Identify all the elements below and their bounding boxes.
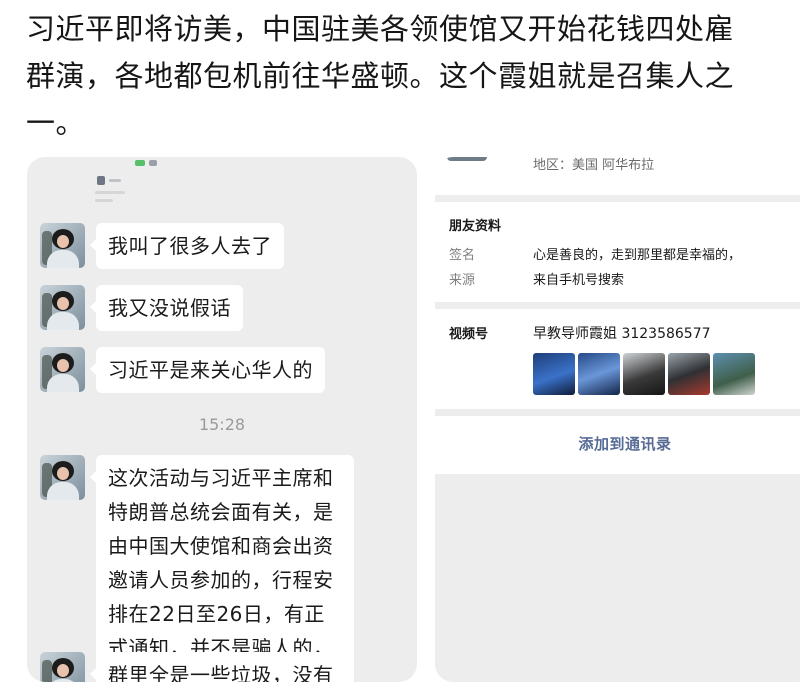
friend-info-card: 朋友资料 签名 心是善良的，走到那里都是幸福的， 来源 来自手机号搜索 bbox=[435, 202, 800, 302]
signature-value: 心是善良的，走到那里都是幸福的， bbox=[533, 248, 742, 263]
sender-avatar[interactable] bbox=[40, 285, 85, 330]
region-text: 地区：美国 阿华布拉 bbox=[533, 158, 655, 173]
chat-bubble[interactable]: 我又没说假话 bbox=[90, 285, 243, 331]
source-label: 来源 bbox=[449, 273, 476, 288]
mini-avatar-icon bbox=[97, 176, 105, 185]
sender-avatar[interactable] bbox=[40, 652, 85, 682]
add-contact-card[interactable]: 添加到通讯录 bbox=[435, 416, 800, 474]
post-text: 习近平即将访美，中国驻美各领使馆又开始花钱四处雇群演，各地都包机前往华盛顿。这个… bbox=[26, 12, 735, 140]
channel-thumbnail[interactable] bbox=[623, 353, 665, 395]
mini-text-placeholder bbox=[95, 191, 125, 194]
mini-status-icon bbox=[149, 160, 157, 166]
channel-thumbnail[interactable] bbox=[668, 353, 710, 395]
profile-header-card: 地区：美国 阿华布拉 bbox=[435, 157, 800, 195]
channel-thumbnail[interactable] bbox=[713, 353, 755, 395]
sender-avatar[interactable] bbox=[40, 347, 85, 392]
mini-status-icon bbox=[135, 160, 145, 166]
channels-name: 早教导师霞姐 3123586577 bbox=[533, 326, 711, 342]
chat-screenshot: 我叫了很多人去了 我又没说假话 习近平是来关心华人的 15:28 这次活动与习近… bbox=[27, 157, 417, 682]
chat-bubble[interactable]: 习近平是来关心华人的 bbox=[90, 347, 325, 393]
channels-label: 视频号 bbox=[449, 327, 489, 342]
chat-bubble-line: 排在22日至26日，有正 bbox=[108, 602, 325, 626]
sender-avatar[interactable] bbox=[40, 455, 85, 500]
chat-timestamp: 15:28 bbox=[198, 415, 246, 434]
source-value: 来自手机号搜索 bbox=[533, 273, 625, 288]
mini-text-placeholder bbox=[95, 199, 113, 202]
mini-text-placeholder bbox=[109, 179, 121, 182]
chat-bubble-line: 特朗普总统会面有关，是 bbox=[108, 500, 334, 524]
sender-avatar[interactable] bbox=[40, 223, 85, 268]
channel-thumbnail[interactable] bbox=[533, 353, 575, 395]
profile-screenshot: 地区：美国 阿华布拉 朋友资料 签名 心是善良的，走到那里都是幸福的， 来源 来… bbox=[435, 157, 800, 682]
chat-bubble-line: 由中国大使馆和商会出资 bbox=[108, 534, 334, 558]
chat-bubble-long[interactable]: 这次活动与习近平主席和 特朗普总统会面有关，是 由中国大使馆和商会出资 邀请人员… bbox=[90, 455, 354, 671]
chat-bubble-line: 这次活动与习近平主席和 bbox=[108, 466, 334, 490]
chat-bubble-cut[interactable]: 群里全是一些垃圾，没有 bbox=[90, 652, 354, 682]
friend-info-title: 朋友资料 bbox=[449, 219, 502, 234]
profile-avatar bbox=[447, 157, 487, 161]
channel-thumbnail[interactable] bbox=[578, 353, 620, 395]
add-contact-button[interactable]: 添加到通讯录 bbox=[435, 433, 800, 454]
signature-label: 签名 bbox=[449, 248, 476, 263]
chat-bubble[interactable]: 我叫了很多人去了 bbox=[90, 223, 284, 269]
chat-bubble-line: 邀请人员参加的，行程安 bbox=[108, 568, 334, 592]
